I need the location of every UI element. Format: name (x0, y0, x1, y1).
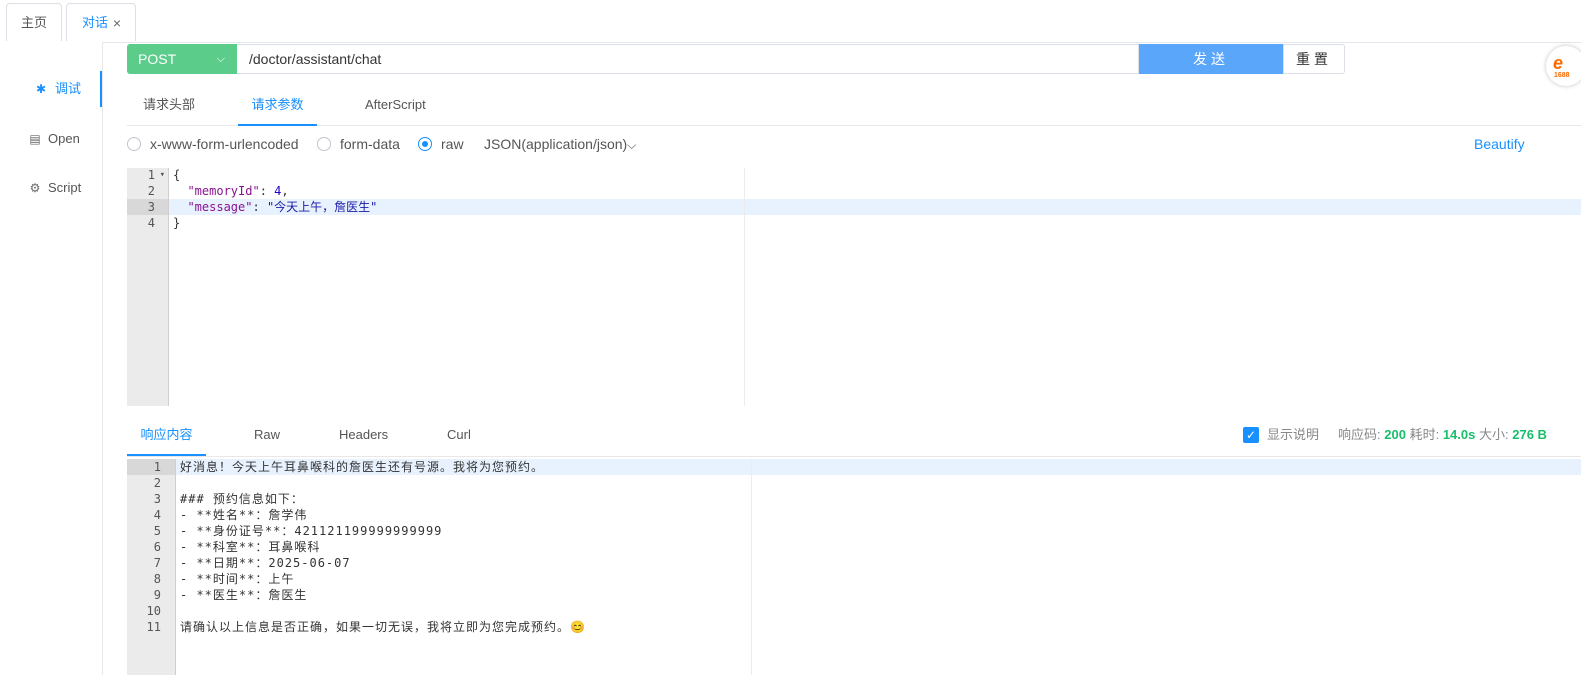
sidebar-item-label: Script (48, 180, 82, 195)
request-tabs: 请求头部 请求参数 AfterScript (127, 86, 1581, 126)
close-icon[interactable]: × (113, 4, 121, 42)
line-number: 5 (153, 524, 161, 538)
line-number: 9 (153, 588, 161, 602)
sidebar: ✱ 调试 ▤ Open ⚙ Script (0, 42, 103, 675)
sidebar-item-label: 调试 (55, 81, 82, 96)
response-tabs: 响应内容 Raw Headers Curl ✓ 显示说明 响应码: 200 耗时… (127, 416, 1581, 457)
content-type-select[interactable]: JSON(application/json)⌵ (484, 136, 636, 153)
send-button[interactable]: 发送 (1139, 44, 1283, 74)
tab-response-content[interactable]: 响应内容 (127, 416, 206, 456)
radio-label[interactable]: x-www-form-urlencoded (150, 136, 299, 152)
tab-chat[interactable]: 对话 × (66, 3, 136, 41)
response-line: - **医生**：詹医生 (180, 588, 308, 602)
size-label: 大小: (1479, 427, 1509, 442)
code-line: { (173, 167, 180, 183)
logo-mark: e (1553, 53, 1564, 73)
sidebar-item-script[interactable]: ⚙ Script (0, 170, 102, 206)
tab-request-params[interactable]: 请求参数 (238, 86, 317, 126)
code-line: "memoryId": 4, (173, 183, 289, 199)
chevron-down-icon: ⌵ (627, 138, 637, 152)
fold-icon[interactable]: ▾ (157, 167, 165, 183)
content-type-value: JSON(application/json) (484, 136, 628, 152)
status-label: 响应码: (1338, 427, 1381, 442)
tab-request-headers[interactable]: 请求头部 (143, 86, 195, 124)
time-value: 14.0s (1442, 427, 1476, 442)
response-line: - **科室**：耳鼻喉科 (180, 540, 321, 554)
status-info: 响应码: 200 耗时: 14.0s 大小: 276 B (1338, 416, 1547, 454)
radio-raw[interactable] (418, 137, 432, 151)
request-body-editor[interactable]: 1 ▾ 2 3 4 { "memoryId": 4, "message": "今… (127, 168, 1581, 406)
tab-home[interactable]: 主页 (6, 3, 62, 41)
tab-response-curl[interactable]: Curl (447, 416, 471, 454)
line-number: 2 (147, 184, 155, 198)
line-number: 4 (153, 508, 161, 522)
radio-label[interactable]: raw (441, 136, 464, 152)
document-icon: ▤ (29, 132, 41, 146)
active-line-highlight (169, 199, 1581, 215)
tab-response-raw[interactable]: Raw (254, 416, 280, 454)
script-icon: ⚙ (29, 181, 41, 195)
tab-response-headers[interactable]: Headers (339, 416, 388, 454)
beautify-button[interactable]: Beautify (1474, 136, 1525, 152)
method-select[interactable]: POST ⌵ (127, 44, 237, 74)
code-text: } (173, 216, 181, 230)
response-line: - **姓名**：詹学伟 (180, 508, 308, 522)
code-line: } (173, 215, 180, 231)
response-line: 请确认以上信息是否正确，如果一切无误，我将立即为您完成预约。😊 (180, 620, 586, 634)
bug-icon: ✱ (35, 82, 47, 96)
status-value: 200 (1384, 427, 1406, 442)
response-line: - **时间**：上午 (180, 572, 295, 586)
json-key: "memoryId" (187, 184, 260, 198)
line-number: 7 (153, 556, 161, 570)
json-sep: : (259, 184, 275, 198)
sidebar-item-label: Open (48, 131, 80, 146)
radio-urlencoded[interactable] (127, 137, 141, 151)
show-desc-label[interactable]: 显示说明 (1267, 416, 1319, 454)
tab-afterscript[interactable]: AfterScript (365, 86, 426, 124)
line-number: 1 (153, 460, 161, 474)
show-desc-checkbox[interactable]: ✓ (1243, 427, 1259, 443)
json-string: "今天上午，詹医生" (266, 200, 378, 214)
line-number: 8 (153, 572, 161, 586)
line-number: 3 (153, 492, 161, 506)
response-line: - **日期**：2025-06-07 (180, 556, 351, 570)
chevron-down-icon: ⌵ (216, 53, 225, 65)
time-label: 耗时: (1409, 427, 1440, 442)
radio-label[interactable]: form-data (340, 136, 400, 152)
code-text: { (173, 168, 181, 182)
line-number: 11 (146, 620, 161, 634)
line-number: 3 (147, 200, 155, 214)
code-line: "message": "今天上午，詹医生" (173, 199, 377, 215)
url-input[interactable]: /doctor/assistant/chat (237, 44, 1139, 74)
tab-chat-label: 对话 (82, 15, 109, 30)
json-sep: : (252, 200, 267, 214)
size-value: 276 B (1512, 427, 1547, 442)
method-value: POST (138, 51, 177, 67)
sidebar-item-debug[interactable]: ✱ 调试 (0, 71, 102, 107)
line-number: 4 (147, 216, 155, 230)
json-key: "message" (187, 200, 253, 214)
tab-bar: 主页 对话 × (0, 0, 1581, 43)
body-type-row: x-www-form-urlencoded form-data raw JSON… (127, 133, 1581, 157)
line-number: 1 (147, 168, 155, 182)
app-logo[interactable]: e 1688 (1546, 46, 1581, 86)
response-line: 好消息！今天上午耳鼻喉科的詹医生还有号源。我将为您预约。 (180, 460, 545, 474)
line-number: 6 (153, 540, 161, 554)
sidebar-item-open[interactable]: ▤ Open (0, 121, 102, 157)
print-margin (751, 459, 752, 675)
response-line: - **身份证号**：421121199999999999 (180, 524, 443, 538)
logo-sub: 1688 (1554, 72, 1570, 79)
print-margin (744, 168, 745, 406)
response-body-viewer[interactable]: 1 好消息！今天上午耳鼻喉科的詹医生还有号源。我将为您预约。 2 3 ### 预约信息如… (127, 459, 1581, 675)
radio-form-data[interactable] (317, 137, 331, 151)
line-number: 10 (146, 604, 161, 618)
response-line: ### 预约信息如下： (180, 492, 304, 506)
json-comma: , (281, 184, 289, 198)
line-number: 2 (153, 476, 161, 490)
reset-button[interactable]: 重置 (1283, 44, 1345, 74)
